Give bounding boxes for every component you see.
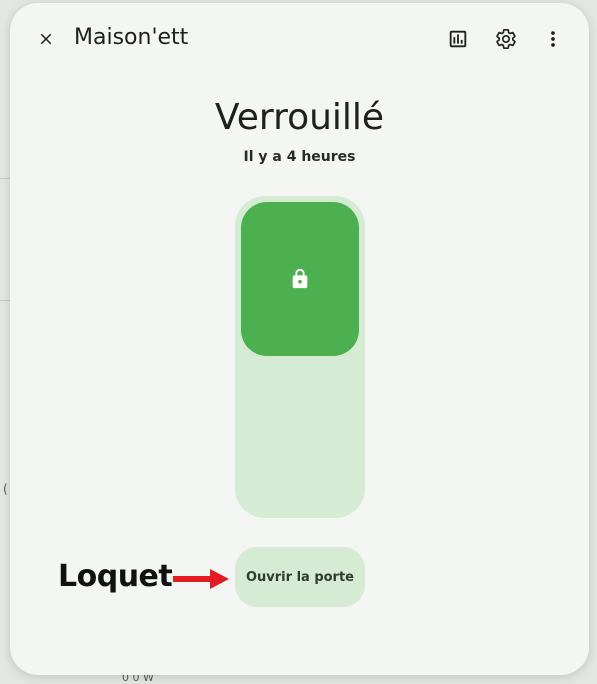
more-vert-icon: [551, 31, 555, 47]
history-icon: [449, 30, 467, 48]
gear-icon: [496, 29, 516, 49]
last-changed: Il y a 4 heures: [243, 149, 356, 165]
arrow-icon: [173, 569, 229, 589]
more-info-dialog: Maison'ett Verrouillé Il y a 4 heures Ou…: [10, 3, 589, 675]
lock-state: Verrouillé: [214, 97, 385, 138]
dialog-title: Maison'ett: [74, 25, 189, 50]
settings-button[interactable]: [486, 19, 526, 59]
background-text: (: [3, 482, 8, 496]
lock-toggle[interactable]: [235, 196, 365, 518]
close-icon: [40, 33, 52, 45]
more-options-button[interactable]: [533, 19, 573, 59]
lock-toggle-thumb: [241, 202, 359, 356]
annotation-label: Loquet: [58, 559, 173, 594]
lock-icon: [292, 268, 308, 289]
history-button[interactable]: [438, 19, 478, 59]
open-door-button[interactable]: Ouvrir la porte: [235, 547, 365, 607]
close-button[interactable]: [26, 19, 66, 59]
